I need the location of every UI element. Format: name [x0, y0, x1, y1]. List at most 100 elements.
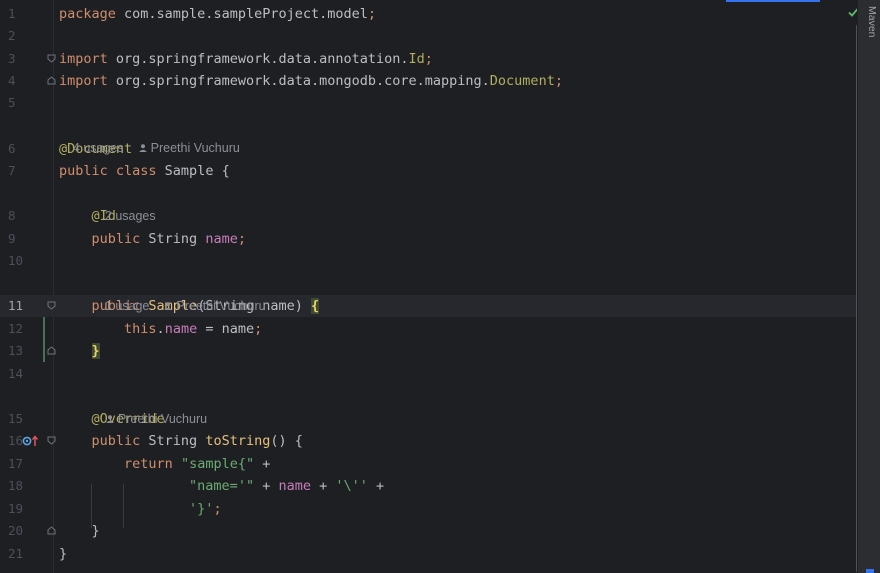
code-token: org.springframework.data.annotation. — [107, 51, 409, 67]
status-marker — [866, 569, 874, 573]
code-token: public — [59, 231, 141, 247]
line-number[interactable]: 18 — [8, 475, 38, 497]
line-number[interactable]: 17 — [8, 453, 38, 475]
usages-count[interactable]: 2 usages — [105, 209, 156, 223]
code-token: () { — [270, 433, 303, 449]
code-token: name — [205, 231, 238, 247]
override-icon[interactable] — [22, 434, 40, 448]
code-line[interactable]: 20 } — [0, 520, 857, 542]
code-line[interactable]: 21} — [0, 543, 857, 565]
line-number[interactable]: 1 — [8, 3, 38, 25]
line-number[interactable]: 14 — [8, 363, 38, 385]
usages-count[interactable]: 1 usage — [105, 299, 149, 313]
code-line[interactable]: 10 — [0, 250, 857, 272]
line-number[interactable]: 4 — [8, 70, 38, 92]
code-line[interactable]: 13 } — [0, 340, 857, 362]
author-name[interactable]: Preethi Vuchuru — [151, 141, 240, 155]
code-line[interactable]: 18 "name='" + name + '\'' + — [0, 475, 857, 497]
person-icon — [106, 415, 114, 423]
line-number[interactable]: 15 — [8, 408, 38, 430]
line-number[interactable]: 12 — [8, 318, 38, 340]
usages-count[interactable]: 4 usages — [73, 141, 124, 155]
field-usage-hint[interactable]: 2 usages — [91, 183, 156, 223]
line-number[interactable]: 3 — [8, 48, 38, 70]
author-name[interactable]: Preethi Vuchuru — [176, 299, 265, 313]
code-token: String — [140, 433, 206, 449]
line-number[interactable]: 8 — [8, 205, 38, 227]
code-text[interactable]: return "sample{" + — [59, 453, 270, 475]
code-token: . — [156, 321, 165, 337]
code-text[interactable]: } — [59, 543, 67, 565]
code-token: Sample { — [156, 163, 230, 179]
fold-icon[interactable] — [47, 54, 56, 63]
line-number[interactable]: 19 — [8, 498, 38, 520]
code-token: import — [59, 51, 108, 67]
fold-icon[interactable] — [47, 76, 56, 85]
code-text[interactable]: this.name = name; — [59, 318, 262, 340]
maven-tool-button[interactable]: Maven — [866, 6, 878, 38]
code-editor[interactable]: 1 package com.sample.sampleProject.model;… — [0, 0, 880, 573]
code-line[interactable]: 19 '}'; — [0, 498, 857, 520]
fold-icon[interactable] — [47, 301, 56, 310]
line-number[interactable]: 11 — [8, 295, 38, 317]
line-number[interactable]: 6 — [8, 138, 38, 160]
fold-icon[interactable] — [47, 436, 56, 445]
line-number[interactable]: 2 — [8, 25, 38, 47]
code-text[interactable]: import org.springframework.data.annotati… — [59, 48, 433, 70]
code-text[interactable]: } — [59, 340, 100, 362]
code-token: ; — [237, 231, 246, 247]
code-token: public — [59, 433, 141, 449]
code-text[interactable]: import org.springframework.data.mongodb.… — [59, 70, 563, 92]
code-token: Document — [489, 73, 555, 89]
code-text[interactable]: } — [59, 520, 100, 542]
fold-icon[interactable] — [47, 526, 56, 535]
code-token: ; — [254, 321, 263, 337]
code-line[interactable]: 17 return "sample{" + — [0, 453, 857, 475]
line-number[interactable]: 9 — [8, 228, 38, 250]
code-token: "sample{" — [180, 456, 255, 472]
code-line[interactable]: 12 this.name = name; — [0, 318, 857, 340]
code-token: toString — [205, 433, 271, 449]
code-line[interactable]: 14 — [0, 363, 857, 385]
code-line[interactable]: 16 public String toString() { — [0, 430, 857, 452]
line-number[interactable]: 21 — [8, 543, 38, 565]
person-icon — [138, 144, 147, 152]
code-text[interactable]: package com.sample.sampleProject.model; — [59, 3, 376, 25]
code-text[interactable]: public class Sample { — [59, 160, 230, 182]
code-token: String — [140, 231, 206, 247]
line-number[interactable]: 20 — [8, 520, 38, 542]
code-token: this — [59, 321, 157, 337]
method-author-hint[interactable]: Preethi Vuchuru — [91, 386, 207, 426]
line-number[interactable]: 5 — [8, 92, 38, 114]
code-line[interactable]: 1 package com.sample.sampleProject.model; — [0, 3, 857, 25]
code-line[interactable]: 2 — [0, 25, 857, 47]
constructor-usage-hint[interactable]: 1 usage Preethi Vuchuru — [91, 273, 266, 313]
code-token: + — [310, 478, 336, 494]
code-token: Id — [408, 51, 425, 67]
line-number[interactable]: 7 — [8, 160, 38, 182]
code-token: + — [254, 456, 271, 472]
code-line[interactable]: 5 — [0, 92, 857, 114]
author-name[interactable]: Preethi Vuchuru — [118, 412, 207, 426]
line-number[interactable]: 10 — [8, 250, 38, 272]
code-text[interactable]: '}'; — [59, 498, 222, 520]
code-line[interactable]: 3 import org.springframework.data.annotat… — [0, 48, 857, 70]
fold-icon[interactable] — [47, 346, 56, 355]
code-token: } — [91, 343, 100, 359]
code-line[interactable]: 4 import org.springframework.data.mongodb… — [0, 70, 857, 92]
code-token: ; — [367, 6, 377, 22]
code-token: '\'' — [335, 478, 368, 494]
code-token: name — [278, 478, 311, 494]
code-text[interactable]: public String name; — [59, 228, 246, 250]
code-token: ; — [213, 501, 222, 517]
code-token: public class — [59, 163, 157, 179]
code-line[interactable]: 9 public String name; — [0, 228, 857, 250]
code-token: "name='" — [189, 478, 255, 494]
code-line[interactable]: 7 public class Sample { — [0, 160, 857, 182]
code-text[interactable]: "name='" + name + '\'' + — [59, 475, 384, 497]
class-usage-hint[interactable]: 4 usages Preethi Vuchuru — [59, 115, 240, 155]
line-number[interactable]: 13 — [8, 340, 38, 362]
